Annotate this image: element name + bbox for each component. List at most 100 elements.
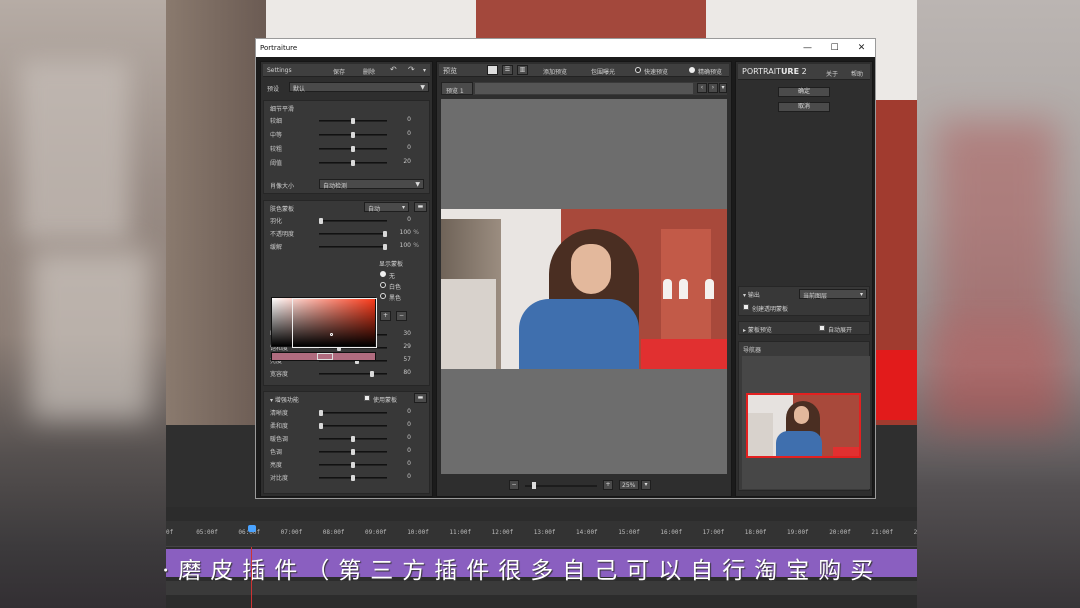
enhance-slider[interactable] bbox=[319, 449, 387, 455]
skin-mask-mode-dropdown[interactable]: 自动 ▾ bbox=[364, 202, 409, 213]
enhance-slider-value[interactable]: 0 bbox=[391, 460, 411, 467]
transparent-mask-checkbox[interactable] bbox=[743, 304, 749, 310]
single-view-icon[interactable] bbox=[487, 65, 498, 75]
enhance-slider-knob[interactable] bbox=[319, 423, 323, 429]
enhance-slider[interactable] bbox=[319, 475, 387, 481]
selective-preview-radio[interactable] bbox=[689, 67, 695, 73]
preset-dropdown[interactable]: 默认 ▼ bbox=[289, 82, 429, 93]
close-button[interactable]: ✕ bbox=[848, 39, 875, 57]
maximize-button[interactable]: ☐ bbox=[821, 39, 848, 57]
preview-canvas[interactable] bbox=[441, 99, 727, 474]
enhance-slider-value[interactable]: 0 bbox=[391, 408, 411, 415]
detail-slider[interactable] bbox=[319, 132, 387, 138]
hsl-slider-value[interactable]: 30 bbox=[391, 330, 411, 337]
zoom-in-button[interactable]: + bbox=[603, 480, 613, 490]
settings-menu-icon[interactable]: ▾ bbox=[423, 67, 426, 74]
detail-slider-value[interactable]: 0 bbox=[391, 116, 411, 123]
enhance-slider-knob[interactable] bbox=[351, 475, 355, 481]
enhance-slider-knob[interactable] bbox=[319, 410, 323, 416]
empty-track[interactable] bbox=[166, 581, 917, 595]
enhance-slider[interactable] bbox=[319, 436, 387, 442]
enhancements-menu-icon[interactable]: ▬ bbox=[414, 393, 427, 403]
help-button[interactable]: 帮助 bbox=[851, 69, 863, 78]
skin-slider-knob[interactable] bbox=[383, 231, 387, 237]
hsl-slider-knob[interactable] bbox=[370, 371, 374, 377]
hue-marker[interactable] bbox=[317, 353, 333, 360]
split-vertical-icon[interactable]: ▥ bbox=[517, 65, 528, 75]
enhance-slider-value[interactable]: 0 bbox=[391, 434, 411, 441]
detail-slider[interactable] bbox=[319, 118, 387, 124]
output-dropdown[interactable]: 当前图层 ▾ bbox=[799, 289, 867, 300]
enhance-slider-value[interactable]: 0 bbox=[391, 421, 411, 428]
detail-slider-knob[interactable] bbox=[351, 146, 355, 152]
skin-slider-value[interactable]: 100 bbox=[391, 242, 411, 249]
skin-mask-menu-icon[interactable]: ▬ bbox=[414, 202, 427, 212]
skin-slider-value[interactable]: 0 bbox=[391, 216, 411, 223]
save-preset-button[interactable]: 保存 bbox=[333, 67, 345, 76]
window-titlebar[interactable]: Portraiture — ☐ ✕ bbox=[256, 39, 875, 57]
redo-icon[interactable]: ↷ bbox=[408, 65, 415, 74]
enhance-slider-value[interactable]: 0 bbox=[391, 473, 411, 480]
use-mask-checkbox[interactable] bbox=[364, 395, 370, 401]
mask-option-radio[interactable] bbox=[380, 282, 386, 288]
minimize-button[interactable]: — bbox=[794, 39, 821, 57]
enhance-slider-knob[interactable] bbox=[351, 436, 355, 442]
skin-slider-value[interactable]: 100 bbox=[391, 229, 411, 236]
hsl-slider-value[interactable]: 29 bbox=[391, 343, 411, 350]
enhance-slider-knob[interactable] bbox=[351, 462, 355, 468]
tab-menu-icon[interactable]: ▾ bbox=[719, 83, 727, 93]
about-button[interactable]: 关于 bbox=[826, 69, 838, 78]
skin-slider-knob[interactable] bbox=[383, 244, 387, 250]
batch-title[interactable]: ▸ 蒙板预览 bbox=[743, 325, 772, 334]
detail-slider-knob[interactable] bbox=[351, 160, 355, 166]
editor-timeline[interactable]: 0f 05:00f 06:00f 07:00f 08:00f 09:00f 10:00f 11… bbox=[162, 507, 917, 608]
ok-button[interactable]: 确定 bbox=[778, 87, 830, 97]
detail-slider-value[interactable]: 20 bbox=[391, 158, 411, 165]
enhance-slider-knob[interactable] bbox=[351, 449, 355, 455]
tab-next-icon[interactable]: › bbox=[708, 83, 718, 93]
hsl-slider-value[interactable]: 80 bbox=[391, 369, 411, 376]
zoom-dropdown-icon[interactable]: ▾ bbox=[641, 480, 651, 490]
eyedropper-add-icon[interactable]: + bbox=[380, 311, 391, 321]
quick-preview-radio[interactable] bbox=[635, 67, 641, 73]
hsl-slider[interactable] bbox=[319, 371, 387, 377]
enhance-slider-value[interactable]: 0 bbox=[391, 447, 411, 454]
undo-icon[interactable]: ↶ bbox=[390, 65, 397, 74]
clip-exposure-button[interactable]: 包围曝光 bbox=[591, 67, 615, 76]
playhead-handle[interactable] bbox=[248, 525, 256, 532]
preview-photo[interactable] bbox=[441, 209, 727, 369]
picker-cursor[interactable] bbox=[330, 333, 333, 336]
hue-bar[interactable] bbox=[271, 352, 376, 361]
detail-slider-knob[interactable] bbox=[351, 132, 355, 138]
detail-slider-value[interactable]: 0 bbox=[391, 144, 411, 151]
tab-preview-1[interactable]: 预览 1 bbox=[441, 82, 473, 95]
detail-slider[interactable] bbox=[319, 160, 387, 166]
detail-slider-value[interactable]: 0 bbox=[391, 130, 411, 137]
add-preview-button[interactable]: 添加预览 bbox=[543, 67, 567, 76]
portrait-size-dropdown[interactable]: 自动检测 ▼ bbox=[319, 179, 424, 190]
detail-slider[interactable] bbox=[319, 146, 387, 152]
split-horizontal-icon[interactable]: ☰ bbox=[502, 65, 513, 75]
zoom-slider-knob[interactable] bbox=[532, 482, 536, 489]
mask-option-radio[interactable] bbox=[380, 271, 386, 277]
eyedropper-subtract-icon[interactable]: − bbox=[396, 311, 407, 321]
enhance-slider[interactable] bbox=[319, 410, 387, 416]
cancel-button[interactable]: 取消 bbox=[778, 102, 830, 112]
enhance-slider[interactable] bbox=[319, 423, 387, 429]
tab-prev-icon[interactable]: ‹ bbox=[697, 83, 707, 93]
auto-expand-checkbox[interactable] bbox=[819, 325, 825, 331]
enhance-slider[interactable] bbox=[319, 462, 387, 468]
zoom-slider[interactable] bbox=[525, 482, 597, 489]
delete-preset-button[interactable]: 删除 bbox=[363, 67, 375, 76]
skin-slider-knob[interactable] bbox=[319, 218, 323, 224]
navigator-thumbnail[interactable] bbox=[746, 393, 861, 458]
zoom-level-field[interactable]: 25% bbox=[619, 480, 639, 490]
skin-slider[interactable] bbox=[319, 218, 387, 224]
skin-slider[interactable] bbox=[319, 231, 387, 237]
skin-slider[interactable] bbox=[319, 244, 387, 250]
hsl-slider-value[interactable]: 57 bbox=[391, 356, 411, 363]
zoom-out-button[interactable]: − bbox=[509, 480, 519, 490]
timeline-ruler[interactable]: 0f 05:00f 06:00f 07:00f 08:00f 09:00f 10:00f 11… bbox=[166, 521, 917, 547]
mask-option-radio[interactable] bbox=[380, 293, 386, 299]
skin-color-picker[interactable] bbox=[271, 297, 377, 348]
